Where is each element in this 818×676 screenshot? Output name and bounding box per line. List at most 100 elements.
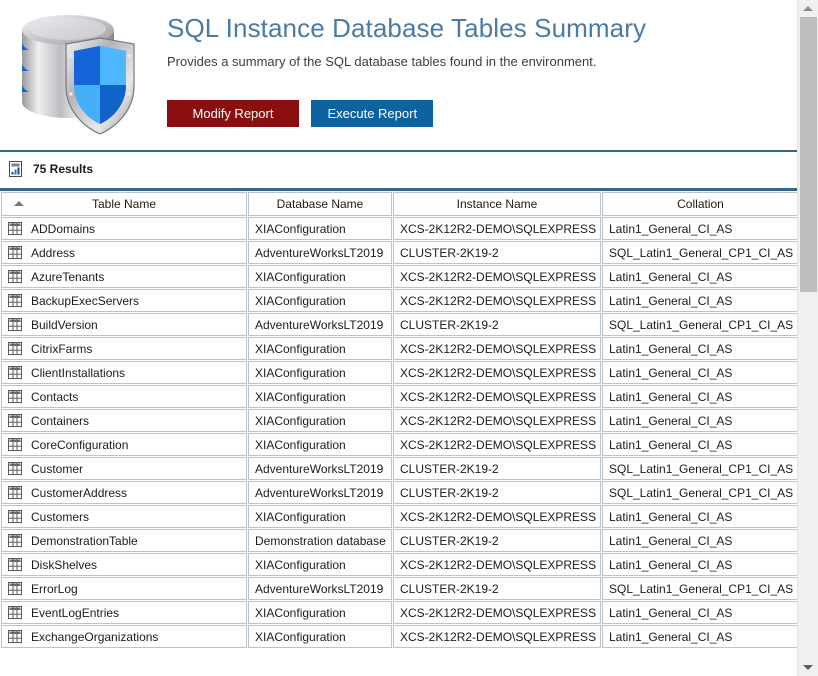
table-name-text: EventLogEntries [31,605,120,620]
table-row[interactable]: Containers XIAConfiguration XCS-2K12R2-DEM… [1,409,797,432]
cell-collation: SQL_Latin1_General_CP1_CI_AS [602,577,797,600]
table-row[interactable]: CoreConfiguration XIAConfiguration XCS-2K1… [1,433,797,456]
column-header-table-name[interactable]: Table Name [1,192,247,216]
results-bar: 75 Results [0,152,797,191]
table-row[interactable]: ADDomains XIAConfiguration XCS-2K12R2-DEMO… [1,217,797,240]
cell-table-name: ClientInstallations [1,361,247,384]
cell-table-name: Customers [1,505,247,528]
column-header-database-name[interactable]: Database Name [248,192,392,216]
cell-collation: Latin1_General_CI_AS [602,265,797,288]
table-name-text: DiskShelves [31,557,98,572]
cell-instance-name: CLUSTER-2K19-2 [393,457,601,480]
cell-instance-name: CLUSTER-2K19-2 [393,529,601,552]
table-name-text: CitrixFarms [31,341,93,356]
cell-instance-name: CLUSTER-2K19-2 [393,241,601,264]
cell-database-name: AdventureWorksLT2019 [248,481,392,504]
table-row[interactable]: EventLogEntries XIAConfiguration XCS-2K12R… [1,601,797,624]
grid-table-icon [8,534,22,547]
cell-table-name: EventLogEntries [1,601,247,624]
cell-instance-name: XCS-2K12R2-DEMO\SQLEXPRESS [393,337,601,360]
cell-database-name: XIAConfiguration [248,289,392,312]
report-header: SQL Instance Database Tables Summary Pro… [0,0,797,152]
grid-table-icon [8,222,22,235]
cell-database-name: Demonstration database [248,529,392,552]
results-summary: 75 Results [8,161,93,177]
table-row[interactable]: DemonstrationTable Demonstration database… [1,529,797,552]
cell-collation: Latin1_General_CI_AS [602,289,797,312]
grid-table-icon [8,270,22,283]
table-row[interactable]: BackupExecServers XIAConfiguration XCS-2K1… [1,289,797,312]
column-header-instance-name[interactable]: Instance Name [393,192,601,216]
scrollbar-thumb[interactable] [800,17,817,292]
cell-instance-name: XCS-2K12R2-DEMO\SQLEXPRESS [393,433,601,456]
cell-instance-name: XCS-2K12R2-DEMO\SQLEXPRESS [393,553,601,576]
cell-table-name: ErrorLog [1,577,247,600]
report-page: SQL Instance Database Tables Summary Pro… [0,0,818,676]
cell-database-name: XIAConfiguration [248,337,392,360]
grid-table-icon [8,462,22,475]
column-header-label: Collation [677,197,724,211]
modify-report-button[interactable]: Modify Report [167,100,299,127]
cell-instance-name: XCS-2K12R2-DEMO\SQLEXPRESS [393,361,601,384]
table-row[interactable]: CustomerAddress AdventureWorksLT2019 CLUST… [1,481,797,504]
table-row[interactable]: Customers XIAConfiguration XCS-2K12R2-DEMO… [1,505,797,528]
table-row[interactable]: DiskShelves XIAConfiguration XCS-2K12R2-DE… [1,553,797,576]
table-header-row: Table Name Database Name Instance Name C… [1,192,797,216]
table-name-text: CustomerAddress [31,485,128,500]
cell-instance-name: XCS-2K12R2-DEMO\SQLEXPRESS [393,601,601,624]
table-row[interactable]: AzureTenants XIAConfiguration XCS-2K12R2-D… [1,265,797,288]
column-header-collation[interactable]: Collation [602,192,797,216]
execute-report-button[interactable]: Execute Report [311,100,434,127]
scroll-down-arrow-icon[interactable] [798,659,818,676]
table-name-text: DemonstrationTable [31,533,138,548]
cell-collation: Latin1_General_CI_AS [602,433,797,456]
cell-collation: Latin1_General_CI_AS [602,361,797,384]
cell-database-name: AdventureWorksLT2019 [248,577,392,600]
cell-table-name: CustomerAddress [1,481,247,504]
cell-table-name: BackupExecServers [1,289,247,312]
cell-table-name: ExchangeOrganizations [1,625,247,648]
page-description: Provides a summary of the SQL database t… [167,54,597,69]
scroll-up-arrow-icon[interactable] [798,0,818,17]
grid-table-icon [8,294,22,307]
cell-collation: Latin1_General_CI_AS [602,505,797,528]
cell-collation: Latin1_General_CI_AS [602,529,797,552]
column-header-label: Instance Name [456,197,538,211]
cell-collation: SQL_Latin1_General_CP1_CI_AS [602,481,797,504]
table-row[interactable]: ErrorLog AdventureWorksLT2019 CLUSTER-2K19… [1,577,797,600]
table-name-text: Address [31,245,76,260]
cell-database-name: AdventureWorksLT2019 [248,241,392,264]
grid-table-icon [8,390,22,403]
table-name-text: ExchangeOrganizations [31,629,159,644]
results-table: Table Name Database Name Instance Name C… [0,191,797,649]
cell-database-name: XIAConfiguration [248,505,392,528]
grid-table-icon [8,510,22,523]
table-row[interactable]: Contacts XIAConfiguration XCS-2K12R2-DEMO\… [1,385,797,408]
grid-table-icon [8,438,22,451]
cell-instance-name: CLUSTER-2K19-2 [393,481,601,504]
grid-table-icon [8,414,22,427]
cell-database-name: XIAConfiguration [248,553,392,576]
table-body: ADDomains XIAConfiguration XCS-2K12R2-DEMO… [1,217,797,648]
table-row[interactable]: BuildVersion AdventureWorksLT2019 CLUSTER-… [1,313,797,336]
grid-table-icon [8,366,22,379]
vertical-scrollbar[interactable] [797,0,818,676]
cell-collation: Latin1_General_CI_AS [602,217,797,240]
grid-table-icon [8,606,22,619]
cell-table-name: Containers [1,409,247,432]
cell-table-name: DiskShelves [1,553,247,576]
cell-instance-name: XCS-2K12R2-DEMO\SQLEXPRESS [393,409,601,432]
cell-collation: Latin1_General_CI_AS [602,409,797,432]
table-name-text: ClientInstallations [31,365,126,380]
grid-table-icon [8,558,22,571]
table-row[interactable]: ExchangeOrganizations XIAConfiguration XCS… [1,625,797,648]
table-row[interactable]: Customer AdventureWorksLT2019 CLUSTER-2K19… [1,457,797,480]
table-name-text: CoreConfiguration [31,437,129,452]
report-actions: Modify Report Execute Report [167,100,434,127]
table-row[interactable]: ClientInstallations XIAConfiguration XCS-2… [1,361,797,384]
table-row[interactable]: Address AdventureWorksLT2019 CLUSTER-2K19-… [1,241,797,264]
grid-table-icon [8,342,22,355]
table-row[interactable]: CitrixFarms XIAConfiguration XCS-2K12R2-DE… [1,337,797,360]
table-name-text: Containers [31,413,90,428]
cell-table-name: DemonstrationTable [1,529,247,552]
